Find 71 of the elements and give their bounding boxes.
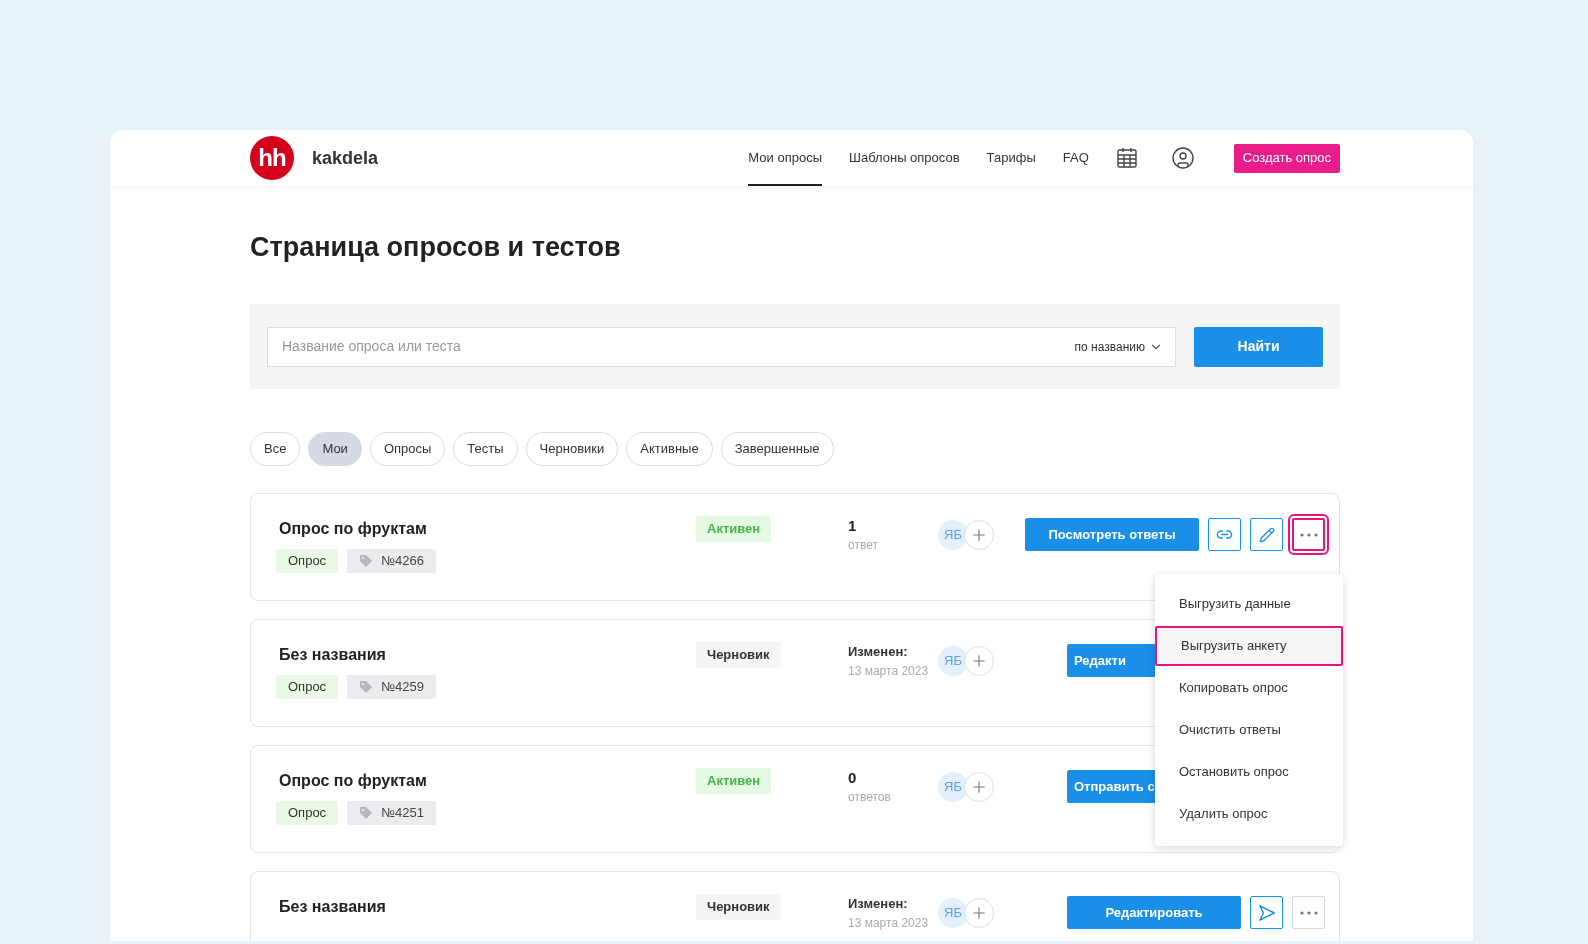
nav-link[interactable]: FAQ	[1062, 130, 1089, 186]
status-badge: Черновик	[696, 894, 781, 920]
menu-item[interactable]: Очистить ответы	[1155, 710, 1343, 750]
nav-link[interactable]: Мои опросы	[748, 130, 822, 186]
nav-link[interactable]: Шаблоны опросов	[849, 130, 960, 186]
answer-count: 0	[848, 768, 858, 788]
plus-icon	[970, 778, 988, 796]
survey-title: Без названия	[279, 897, 387, 917]
calendar-icon[interactable]	[1115, 147, 1138, 169]
modified-date: 13 марта 2023	[848, 915, 930, 932]
type-tag: Опрос	[276, 549, 339, 573]
create-survey-button[interactable]: Создать опрос	[1233, 143, 1340, 173]
edit-button[interactable]	[1250, 518, 1283, 551]
add-user-button[interactable]	[964, 520, 994, 550]
survey-title: Без названия	[279, 645, 387, 665]
user-avatar: ЯБ	[938, 772, 968, 802]
menu-item[interactable]: Выгрузить данные	[1155, 584, 1343, 624]
user-avatar: ЯБ	[938, 646, 968, 676]
page-title: Страница опросов и тестов	[250, 231, 622, 264]
user-avatar: ЯБ	[938, 520, 968, 550]
filter-chip[interactable]: Мои	[308, 432, 362, 466]
menu-item[interactable]: Копировать опрос	[1155, 668, 1343, 708]
status-badge: Активен	[696, 516, 772, 542]
type-tag: Опрос	[276, 801, 339, 825]
link-button[interactable]	[1208, 518, 1241, 551]
add-user-button[interactable]	[964, 646, 994, 676]
pencil-icon	[1258, 526, 1275, 543]
add-user-button[interactable]	[964, 772, 994, 802]
number-label: №4266	[381, 552, 424, 571]
filter-chip[interactable]: Тесты	[453, 432, 518, 466]
answer-caption: ответов	[848, 789, 892, 806]
modified-label: Изменен:	[848, 643, 909, 661]
survey-title: Опрос по фруктам	[279, 771, 428, 791]
search-field[interactable]: Название опроса или теста по названию	[267, 326, 1176, 367]
sort-dropdown[interactable]: по названию	[1074, 337, 1163, 356]
primary-button[interactable]: Отправить с	[1067, 770, 1156, 803]
menu-item[interactable]: Выгрузить анкету	[1155, 626, 1343, 666]
number-label: №4251	[381, 804, 424, 823]
filter-chip[interactable]: Активные	[626, 432, 713, 466]
nav-link[interactable]: Тарифы	[986, 130, 1036, 186]
search-input[interactable]: Название опроса или теста	[282, 336, 1075, 357]
tag-icon	[359, 806, 374, 820]
filter-chip[interactable]: Завершенные	[720, 432, 834, 466]
plus-icon	[970, 904, 988, 922]
user-icon[interactable]	[1170, 146, 1195, 170]
plus-icon	[970, 526, 988, 544]
user-avatar: ЯБ	[938, 898, 968, 928]
status-badge: Активен	[696, 768, 772, 794]
menu-item[interactable]: Удалить опрос	[1155, 794, 1343, 834]
type-tag: Опрос	[276, 675, 339, 699]
number-label: №4259	[381, 678, 424, 697]
filter-chip[interactable]: Все	[250, 432, 301, 466]
answer-caption: ответ	[848, 537, 879, 554]
tag-icon	[359, 680, 374, 694]
status-badge: Черновик	[696, 642, 781, 668]
filter-chip[interactable]: Опросы	[369, 432, 446, 466]
send-button[interactable]	[1250, 896, 1283, 929]
plus-icon	[970, 652, 988, 670]
send-icon	[1257, 903, 1276, 922]
survey-title: Опрос по фруктам	[279, 519, 428, 539]
modified-date: 13 марта 2023	[848, 663, 930, 680]
brand-name: kakdela	[312, 146, 379, 170]
menu-item[interactable]: Остановить опрос	[1155, 752, 1343, 792]
modified-label: Изменен:	[848, 895, 909, 913]
logo[interactable]: hh	[250, 136, 294, 180]
tag-icon	[359, 554, 374, 568]
more-icon	[1299, 910, 1318, 915]
add-user-button[interactable]	[964, 898, 994, 928]
more-icon	[1299, 532, 1318, 537]
answer-count: 1	[848, 516, 858, 536]
filter-chip[interactable]: Черновики	[525, 432, 619, 466]
